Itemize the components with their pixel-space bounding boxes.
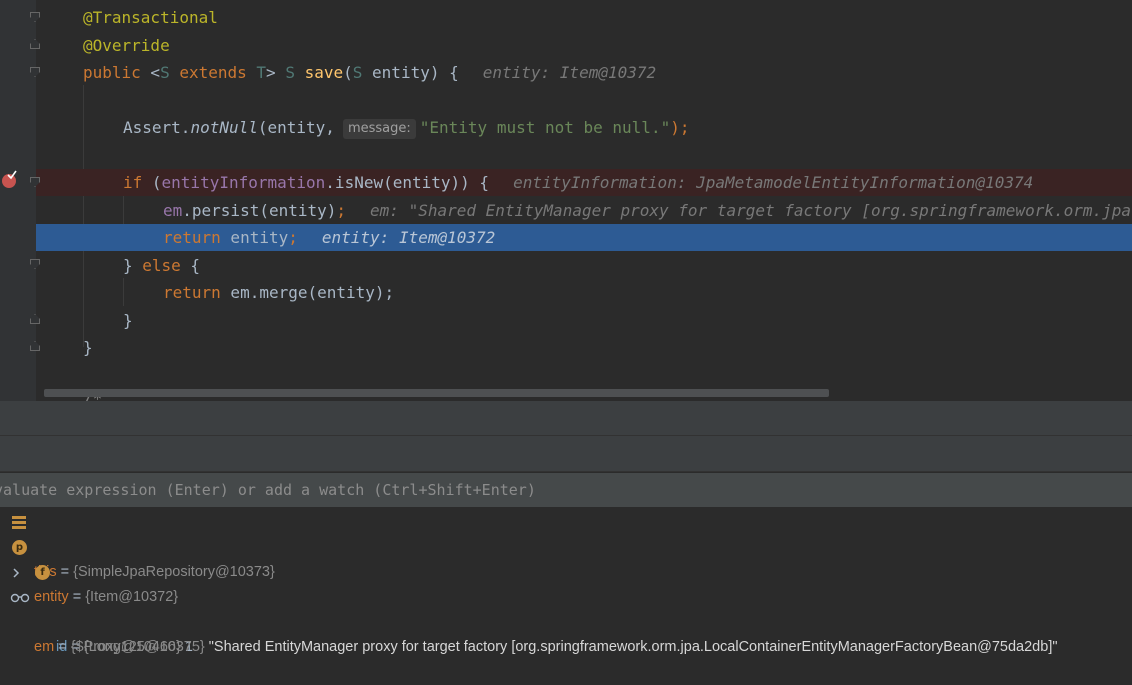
variables-panel[interactable]: this = {SimpleJpaRepository@10373} p ent… <box>0 507 1132 655</box>
watch-icon <box>10 593 30 603</box>
code-line-5[interactable]: Assert.notNull(entity, message: "Entity mu… <box>0 114 1132 141</box>
code-line-8[interactable]: em.persist(entity); em: "Shared EntityMan… <box>0 197 1132 224</box>
parameter-name-hint: message: <box>342 119 416 139</box>
persist-statement: em.persist(entity); em: "Shared EntityMan… <box>163 197 1132 224</box>
code-editor[interactable]: @Transactional @Override public <S exten… <box>0 0 1132 401</box>
execution-point-line[interactable]: return entity; entity: Item@10372 <box>36 224 1132 251</box>
code-line-10[interactable]: } else { <box>0 252 1132 279</box>
list-icon <box>12 516 26 529</box>
if-statement: if (entityInformation.isNew(entity)) {en… <box>123 173 1034 192</box>
debugger-toolbar[interactable] <box>0 401 1132 436</box>
else-clause: } else { <box>123 256 201 275</box>
return-statement: return entity; entity: Item@10372 <box>163 228 496 247</box>
method-signature: public <S extends T> S save(S entity) {e… <box>83 63 657 82</box>
code-line-1[interactable]: @Transactional <box>0 4 1132 31</box>
evaluate-expression-bar[interactable] <box>0 472 1132 508</box>
code-line-3[interactable]: public <S extends T> S save(S entity) {e… <box>0 59 1132 86</box>
frames-toolbar[interactable] <box>0 436 1132 472</box>
variable-value: "Shared EntityManager proxy for target f… <box>204 639 1058 655</box>
inline-value-hint: em: "Shared EntityManager proxy for targ… <box>370 201 1132 220</box>
variable-row-entity[interactable]: p entity = {Item@10372} <box>0 535 1132 605</box>
field-icon: f <box>35 565 50 580</box>
horizontal-scrollbar[interactable] <box>44 389 829 397</box>
annotation-override: @Override <box>83 36 170 55</box>
variable-name: em <box>34 639 55 655</box>
parameter-icon: p <box>12 540 27 555</box>
assert-statement: Assert.notNull(entity, message: "Entity mu… <box>123 118 690 139</box>
inline-value-hint: entity: Item@10372 <box>482 63 657 82</box>
code-line-11[interactable]: return em.merge(entity); <box>0 279 1132 306</box>
evaluate-expression-input[interactable] <box>0 473 1114 507</box>
variable-row-this[interactable]: this = {SimpleJpaRepository@10373} <box>0 510 1132 580</box>
inline-value-hint: entityInformation: JpaMetamodelEntityInf… <box>513 173 1034 192</box>
code-line-13[interactable]: } <box>0 334 1132 361</box>
code-line-2[interactable]: @Override <box>0 32 1132 59</box>
code-line-12[interactable]: } <box>0 307 1132 334</box>
breakpoint-line[interactable]: if (entityInformation.isNew(entity)) {en… <box>36 169 1132 196</box>
merge-statement: return em.merge(entity); <box>163 283 395 302</box>
variable-row-id[interactable]: f id = {Long@10466} 1 <box>0 560 1132 655</box>
breakpoint-check-icon <box>7 170 17 180</box>
inline-value-hint: entity: Item@10372 <box>321 228 496 247</box>
chevron-right-icon[interactable] <box>11 568 21 578</box>
annotation-transactional: @Transactional <box>83 8 218 27</box>
variable-row-em[interactable]: em = {$Proxy125@10375} "Shared EntityMan… <box>0 585 1132 655</box>
variable-type: {$Proxy125@10375} <box>70 639 205 655</box>
